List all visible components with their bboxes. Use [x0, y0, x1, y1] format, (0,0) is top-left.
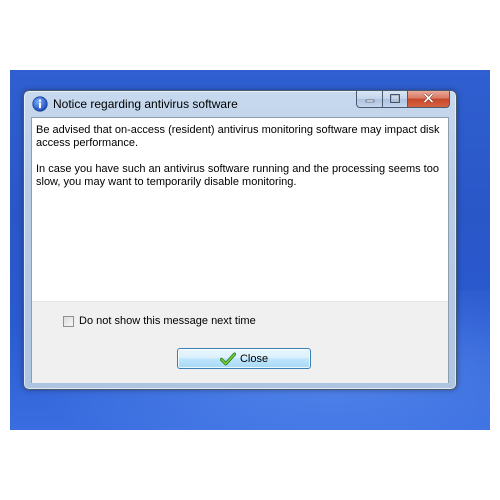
caption-buttons: [356, 91, 450, 109]
checkmark-icon: [219, 352, 237, 366]
maximize-icon: [390, 90, 400, 108]
dialog-footer: Do not show this message next time Close: [32, 301, 448, 383]
info-icon: [32, 96, 48, 112]
message-area: Be advised that on-access (resident) ant…: [32, 118, 448, 301]
title-bar[interactable]: Notice regarding antivirus software: [24, 91, 456, 116]
minimize-button[interactable]: [356, 91, 382, 108]
notice-dialog: Notice regarding antivirus software Be a…: [23, 90, 457, 390]
dialog-content: Be advised that on-access (resident) ant…: [31, 117, 449, 383]
message-paragraph-1: Be advised that on-access (resident) ant…: [36, 124, 440, 149]
close-button[interactable]: Close: [177, 348, 311, 369]
dont-show-again-option[interactable]: Do not show this message next time: [63, 315, 256, 327]
window-title: Notice regarding antivirus software: [53, 97, 238, 111]
close-button-label: Close: [239, 352, 269, 365]
dont-show-again-checkbox[interactable]: [63, 315, 74, 327]
close-window-button[interactable]: [407, 91, 450, 108]
minimize-icon: [365, 90, 375, 108]
dont-show-again-label[interactable]: Do not show this message next time: [79, 315, 256, 327]
maximize-button[interactable]: [382, 91, 407, 108]
message-paragraph-2: In case you have such an antivirus softw…: [36, 163, 439, 188]
close-icon: [423, 90, 434, 108]
